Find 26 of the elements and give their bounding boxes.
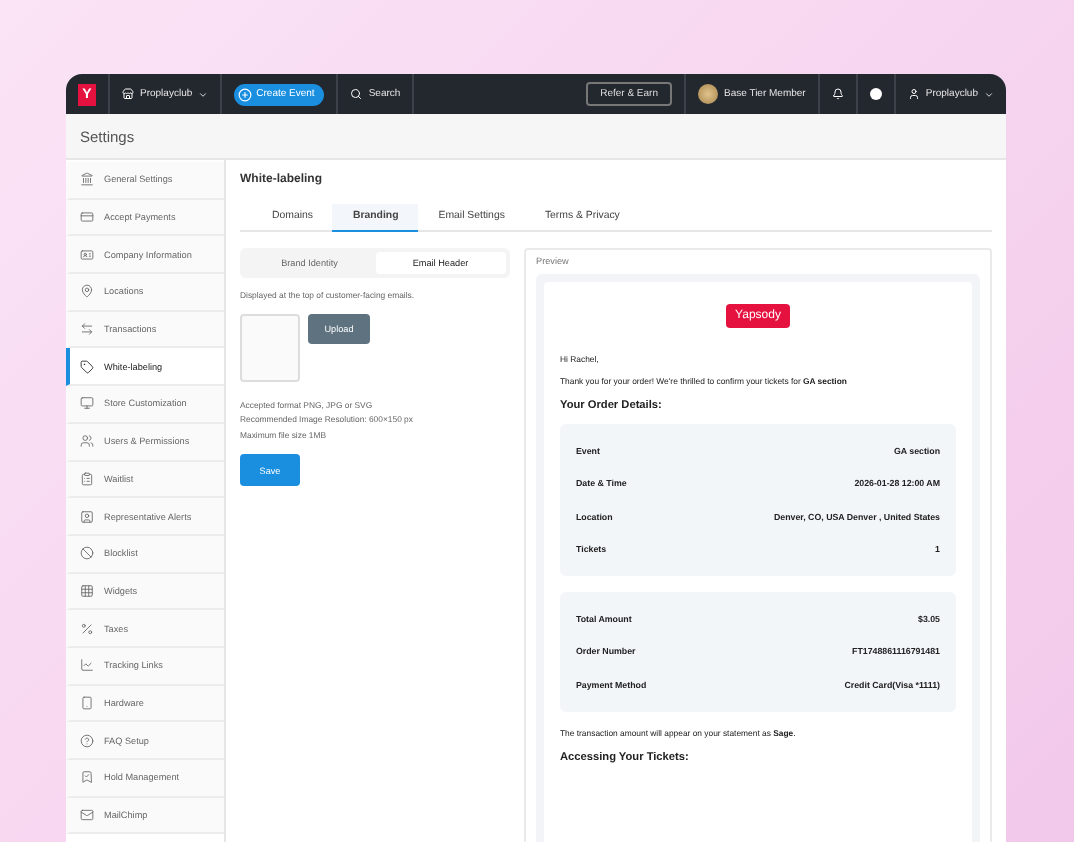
- mail-icon: [80, 808, 94, 823]
- id-card-icon: [80, 247, 94, 262]
- map-pin-icon: [80, 284, 94, 299]
- clipboard-icon: [80, 471, 94, 486]
- search-icon: [350, 88, 363, 100]
- person-card-icon: [80, 509, 94, 524]
- percent-icon: [80, 621, 94, 636]
- avatar-icon: [698, 84, 718, 104]
- ban-icon: [80, 546, 94, 561]
- caret-icon: [198, 89, 209, 99]
- bookmark-icon: [80, 770, 94, 785]
- caret-icon: [984, 89, 994, 99]
- users-icon: [80, 434, 94, 449]
- store-icon: [122, 88, 134, 100]
- tag-icon: [80, 359, 94, 374]
- plus-icon: [238, 87, 253, 101]
- image-placeholder: [240, 313, 300, 381]
- arrows-icon: [80, 322, 94, 337]
- phone-icon: [80, 695, 94, 710]
- user-icon: [907, 88, 920, 100]
- bell-icon[interactable]: [831, 88, 844, 100]
- card-icon: [80, 210, 94, 225]
- line-chart-icon: [80, 658, 94, 673]
- bank-icon: [80, 172, 94, 187]
- monitor-icon: [80, 396, 94, 411]
- grid-icon: [80, 583, 94, 598]
